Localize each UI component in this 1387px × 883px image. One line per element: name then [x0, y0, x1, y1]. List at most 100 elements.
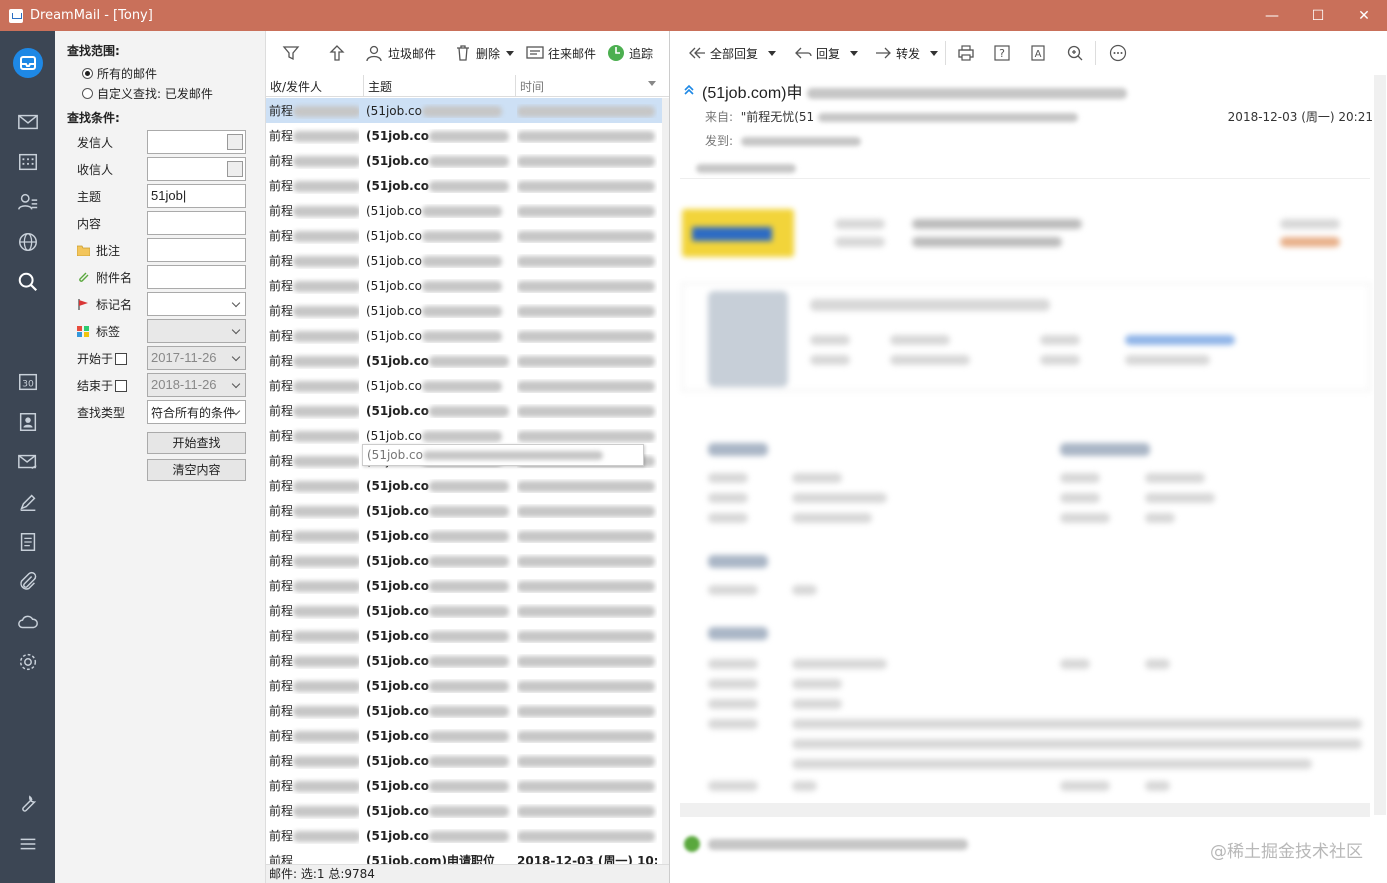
- nav-mail[interactable]: [0, 102, 55, 142]
- table-row[interactable]: 前程 (51job.co: [266, 123, 662, 148]
- table-row[interactable]: 前程 (51job.co: [266, 473, 662, 498]
- table-row[interactable]: 前程 (51job.co: [266, 373, 662, 398]
- table-row[interactable]: 前程 (51job.co: [266, 673, 662, 698]
- table-row[interactable]: 前程 (51job.co: [266, 623, 662, 648]
- table-row[interactable]: 前程 (51job.co: [266, 198, 662, 223]
- reply-all-button[interactable]: 全部回复: [688, 42, 777, 64]
- table-row[interactable]: 前程 (51job.co: [266, 598, 662, 623]
- sort-up-button[interactable]: [328, 42, 350, 64]
- blurred-from: [818, 113, 1078, 122]
- table-row[interactable]: 前程 (51job.co: [266, 523, 662, 548]
- nav-settings[interactable]: [0, 642, 55, 682]
- nav-attachments[interactable]: [0, 562, 55, 602]
- blurred-to: [740, 137, 861, 146]
- attachment-bar[interactable]: [680, 159, 1370, 179]
- table-row[interactable]: 前程 (51job.com)申请职位 2018-12-03 (周一) 10:23: [266, 848, 662, 864]
- col-from[interactable]: 收/发件人: [270, 78, 322, 95]
- start-checkbox[interactable]: [115, 352, 128, 365]
- tag-select[interactable]: [147, 319, 246, 343]
- table-row[interactable]: 前程 (51job.co: [266, 648, 662, 673]
- table-row[interactable]: 前程 (51job.co: [266, 273, 662, 298]
- nav-logo[interactable]: [0, 43, 55, 83]
- start-date-select[interactable]: 2017-11-26: [147, 346, 246, 370]
- table-row[interactable]: 前程 (51job.co: [266, 173, 662, 198]
- scope-all-radio[interactable]: 所有的邮件: [82, 65, 157, 82]
- table-row[interactable]: 前程 (51job.co: [266, 398, 662, 423]
- table-row[interactable]: 前程 (51job.co: [266, 748, 662, 773]
- reader-vscrollbar[interactable]: [1374, 75, 1386, 815]
- content-input[interactable]: [147, 211, 246, 235]
- radio-dot[interactable]: [82, 88, 93, 99]
- clear-button[interactable]: 清空内容: [147, 459, 246, 481]
- sender-input[interactable]: [147, 130, 246, 154]
- zoom-button[interactable]: [1066, 42, 1088, 64]
- close-button[interactable]: ✕: [1341, 0, 1387, 31]
- find-button[interactable]: 开始查找: [147, 432, 246, 454]
- chevron-down-icon[interactable]: [930, 50, 939, 56]
- table-row[interactable]: 前程 (51job.co: [266, 148, 662, 173]
- nav-menu[interactable]: [0, 824, 55, 864]
- chevron-down-icon[interactable]: [506, 50, 515, 56]
- table-row[interactable]: 前程 (51job.co: [266, 248, 662, 273]
- chevron-down-icon[interactable]: [768, 50, 777, 56]
- row-from: 前程: [269, 727, 359, 744]
- end-checkbox[interactable]: [115, 379, 128, 392]
- threads-button[interactable]: 往来邮件: [526, 42, 596, 64]
- chevron-down-icon[interactable]: [850, 50, 859, 56]
- table-row[interactable]: 前程 (51job.co: [266, 323, 662, 348]
- help-button[interactable]: ?: [993, 42, 1015, 64]
- table-row[interactable]: 前程 (51job.co: [266, 298, 662, 323]
- end-date-select[interactable]: 2018-11-26: [147, 373, 246, 397]
- list-scrollbar[interactable]: [662, 98, 669, 864]
- note-input[interactable]: [147, 238, 246, 262]
- flag-select[interactable]: [147, 292, 246, 316]
- minimize-button[interactable]: —: [1249, 0, 1295, 31]
- table-row[interactable]: 前程 (51job.co: [266, 573, 662, 598]
- filter-button[interactable]: [282, 42, 304, 64]
- junk-button[interactable]: 垃圾邮件: [366, 42, 436, 64]
- table-row[interactable]: 前程 (51job.co: [266, 498, 662, 523]
- track-button[interactable]: 追踪: [607, 42, 653, 64]
- nav-web[interactable]: [0, 222, 55, 262]
- table-row[interactable]: 前程 (51job.co: [266, 723, 662, 748]
- nav-send-mail[interactable]: [0, 442, 55, 482]
- radio-dot[interactable]: [82, 68, 93, 79]
- nav-tools[interactable]: [0, 784, 55, 824]
- nav-compose[interactable]: [0, 482, 55, 522]
- text-size-button[interactable]: A: [1030, 42, 1052, 64]
- nav-notes[interactable]: [0, 522, 55, 562]
- delete-button[interactable]: 删除: [454, 42, 515, 64]
- table-row[interactable]: 前程 (51job.co: [266, 348, 662, 373]
- forward-button[interactable]: 转发: [874, 42, 939, 64]
- col-subject[interactable]: 主题: [368, 78, 392, 95]
- table-row[interactable]: 前程 (51job.co: [266, 823, 662, 848]
- nav-address-book[interactable]: [0, 402, 55, 442]
- subject-input[interactable]: 51job|: [147, 184, 246, 208]
- nav-search[interactable]: [0, 262, 55, 302]
- sort-chevron-icon[interactable]: [648, 81, 656, 86]
- more-button[interactable]: [1109, 42, 1131, 64]
- reader-hscrollbar[interactable]: [680, 803, 1370, 817]
- table-row[interactable]: 前程 (51job.co: [266, 698, 662, 723]
- nav-calendar-grid[interactable]: [0, 142, 55, 182]
- address-picker-icon[interactable]: [227, 161, 243, 177]
- reply-button[interactable]: 回复: [794, 42, 859, 64]
- attach-input[interactable]: [147, 265, 246, 289]
- envelope-icon: [17, 114, 38, 130]
- maximize-button[interactable]: ☐: [1295, 0, 1341, 31]
- table-row[interactable]: 前程 (51job.co: [266, 223, 662, 248]
- type-select[interactable]: 符合所有的条件: [147, 400, 246, 424]
- table-row[interactable]: 前程 (51job.co: [266, 98, 662, 123]
- col-time[interactable]: 时间: [520, 78, 544, 95]
- scope-custom-radio[interactable]: 自定义查找: 已发邮件: [82, 85, 213, 102]
- nav-contacts[interactable]: [0, 182, 55, 222]
- table-row[interactable]: 前程 (51job.co: [266, 548, 662, 573]
- nav-calendar[interactable]: 30: [0, 362, 55, 402]
- collapse-header-icon[interactable]: [683, 84, 695, 96]
- table-row[interactable]: 前程 (51job.co: [266, 798, 662, 823]
- address-picker-icon[interactable]: [227, 134, 243, 150]
- nav-cloud[interactable]: [0, 602, 55, 642]
- table-row[interactable]: 前程 (51job.co: [266, 773, 662, 798]
- recipient-input[interactable]: [147, 157, 246, 181]
- print-button[interactable]: [957, 42, 979, 64]
